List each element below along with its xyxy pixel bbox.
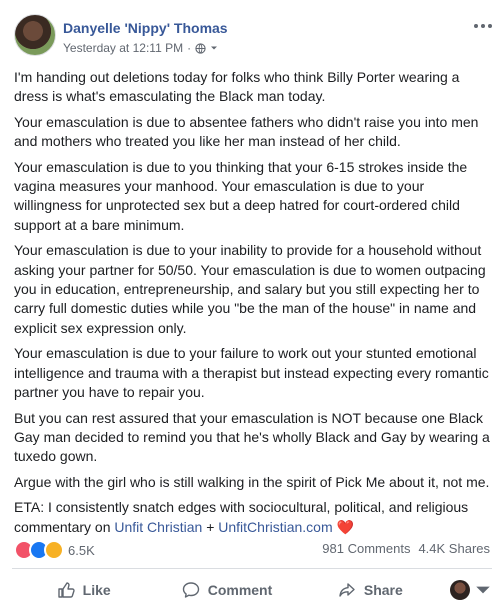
unfit-christian-url-link[interactable]: UnfitChristian.com: [218, 519, 332, 535]
post-paragraph: But you can rest assured that your emasc…: [14, 409, 490, 465]
like-button[interactable]: Like: [12, 581, 155, 599]
post-meta: Yesterday at 12:11 PM ·: [63, 41, 218, 55]
like-label: Like: [82, 582, 111, 598]
haha-icon: [44, 540, 64, 560]
post-paragraph: Your emasculation is due to your failure…: [14, 345, 489, 401]
reaction-as-selector[interactable]: [442, 580, 492, 600]
shares-count[interactable]: 4.4K Shares: [418, 541, 490, 556]
more-options-icon[interactable]: [472, 20, 494, 32]
author-name[interactable]: Danyelle 'Nippy' Thomas: [63, 20, 228, 36]
viewer-avatar: [449, 580, 470, 600]
post-paragraph: Argue with the girl who is still walking…: [14, 473, 490, 490]
heart-emoji: ❤️: [336, 518, 354, 535]
meta-separator: ·: [187, 41, 192, 55]
chevron-down-icon: [476, 586, 490, 594]
action-bar: Like Comment Share: [12, 573, 492, 607]
reactions-count[interactable]: 6.5K: [68, 543, 95, 558]
chevron-down-icon[interactable]: [210, 44, 218, 52]
author-avatar[interactable]: [14, 14, 56, 56]
share-icon: [339, 583, 355, 597]
eta-paragraph: ETA: I consistently snatch edges with so…: [14, 498, 492, 537]
comments-count[interactable]: 981 Comments: [322, 541, 410, 556]
share-button[interactable]: Share: [299, 581, 442, 599]
post-paragraph: Your emasculation is due to your inabili…: [14, 242, 486, 336]
share-label: Share: [363, 582, 403, 598]
thumbs-up-icon: [57, 582, 75, 598]
post-stats: 6.5K 981 Comments 4.4K Shares: [14, 538, 490, 560]
divider: [12, 568, 492, 569]
plus-sign: +: [206, 518, 215, 535]
post-paragraph: Your emasculation is due to absentee fat…: [14, 113, 479, 150]
post-paragraph: I'm handing out deletions today for folk…: [14, 69, 460, 105]
post-paragraph: Your emasculation is due to you thinking…: [14, 158, 468, 233]
comment-label: Comment: [207, 582, 273, 598]
comment-button[interactable]: Comment: [155, 581, 298, 599]
engagement-counts: 981 Comments 4.4K Shares: [322, 541, 490, 556]
globe-icon[interactable]: [195, 42, 206, 54]
reactions-summary[interactable]: 6.5K: [14, 540, 95, 560]
comment-icon: [182, 582, 199, 598]
facebook-post: Danyelle 'Nippy' Thomas Yesterday at 12:…: [0, 0, 504, 614]
post-header: Danyelle 'Nippy' Thomas Yesterday at 12:…: [14, 14, 494, 60]
post-body: I'm handing out deletions today for folk…: [14, 68, 492, 543]
unfit-christian-page-link[interactable]: Unfit Christian: [114, 519, 202, 535]
post-timestamp[interactable]: Yesterday at 12:11 PM: [63, 41, 183, 55]
